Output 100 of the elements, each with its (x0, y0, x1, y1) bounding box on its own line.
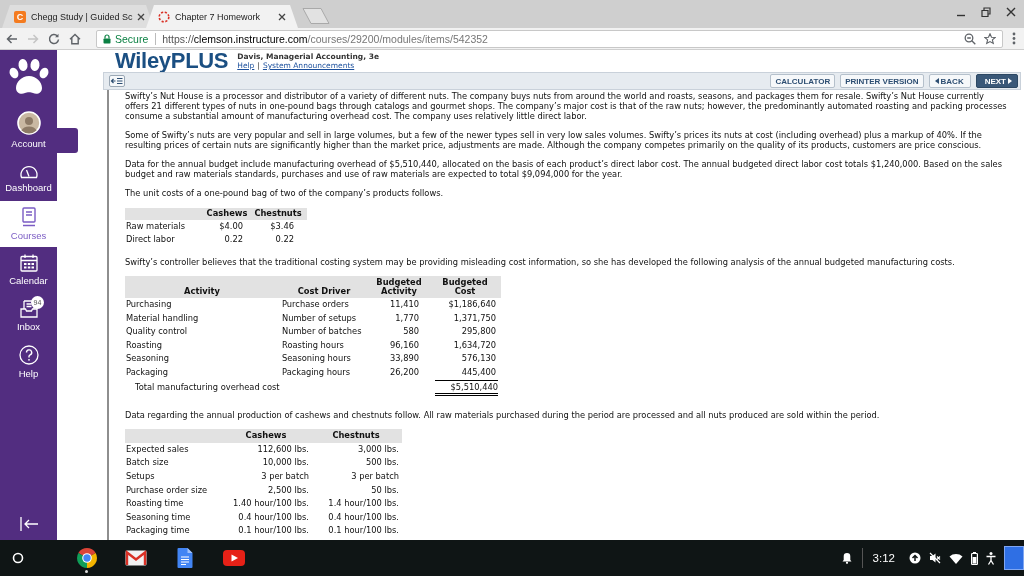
toolbar-button[interactable]: BACK (928, 74, 971, 88)
table-cell-text: 1,770 (394, 311, 420, 325)
table-cell-text: Roasting hours (281, 338, 345, 352)
toolbar-button[interactable]: CALCULATOR (770, 74, 836, 88)
column-header: Chestnuts (312, 429, 402, 443)
arrow-list-icon[interactable] (109, 75, 125, 87)
problem-paragraph: Some of Swifty’s nuts are very popular and sell in large volumes, but a few of the newer types sell in very low sales volumes. Swifty’s prices its nuts at cost (including overhead) plus a markup of 40%. If the resulting prices of certain nuts are significantly higher than the market price, adjustments are made. Although the company competes primarily on the quality of its products, customers are price conscious. (125, 130, 983, 150)
wifi-icon[interactable] (949, 552, 963, 564)
table-cell-text: 1.4 hour/100 lbs. (327, 497, 400, 511)
table-cell-text: 576,130 (460, 352, 497, 366)
table-cell-text: 0.1 hour/100 lbs. (327, 524, 400, 538)
loading-spinner-icon (158, 10, 170, 23)
collapse-sidebar-icon[interactable] (18, 516, 39, 532)
calendar-icon (19, 254, 38, 272)
muted-speaker-icon[interactable] (929, 552, 941, 564)
row-label: Packaging time (125, 524, 191, 538)
close-icon[interactable] (137, 12, 146, 21)
row-label: Expected sales (125, 442, 222, 457)
table-cell-text: Number of setups (281, 311, 358, 325)
table-cell-text: 33,890 (388, 352, 420, 366)
gauge-icon (18, 163, 39, 179)
lock-icon (103, 33, 111, 44)
launcher-icon[interactable] (12, 552, 24, 564)
table-cell-text: Seasoning hours (281, 352, 352, 366)
caret-right-icon (1008, 78, 1012, 84)
sidebar-nav-item[interactable]: Help (0, 339, 57, 385)
envelope-icon[interactable] (124, 550, 147, 566)
row-label: Roasting time (125, 497, 185, 511)
letter-favicon: C (14, 10, 26, 23)
sidebar-nav-item[interactable]: Courses (0, 201, 57, 247)
column-header: Activity (125, 275, 281, 298)
column-header: Budgeted Activity (369, 275, 431, 298)
table-cell: Purchase orders (281, 297, 369, 312)
row-label: Batch size (125, 456, 170, 470)
accessibility-icon[interactable] (986, 551, 996, 565)
table-cell: 11,410 (369, 297, 431, 312)
problem-paragraph: Swifty’s Nut House is a processor and distributor of a variety of different nuts. The company buys nuts from around the world and roasts, seasons, and packages them for resale. Swifty’s Nut House currently offers 21 different types of nuts in one-pound bags through catalogs and gourmet shops. The company’s major cost is that of the raw nuts; however, the predominantly automated roasting and packing processes consume a substantial amount of manufacturing overhead cost. The company uses relatively little direct labor. (125, 91, 1008, 121)
browser-tab[interactable]: Chapter 7 Homework (146, 5, 298, 28)
toolbar-button[interactable]: NEXT (975, 74, 1018, 88)
row-label: Seasoning (125, 352, 170, 366)
total-amount: $5,510,440 (435, 379, 498, 397)
row-label: Seasoning time (125, 510, 192, 524)
battery-icon[interactable] (971, 551, 978, 565)
back-arrow-icon[interactable] (6, 32, 18, 45)
avatar-placeholder (16, 110, 41, 135)
table-cell-text: 580 (402, 325, 420, 339)
column-header: Cashews (222, 429, 312, 443)
row-label: Material handling (125, 311, 200, 325)
bookmark-star-icon[interactable] (984, 32, 996, 45)
home-icon[interactable] (69, 32, 81, 45)
table-cell-text: 500 lbs. (365, 456, 400, 470)
address-bar[interactable]: Secure https://clemson.instructure.com/courses/29200/modules/items/542352 (96, 29, 1003, 48)
problem-paragraph: Data regarding the annual production of cashews and chestnuts follow. All raw materials purchased during the period are processed and all nuts produced are sold within the period. (125, 410, 881, 421)
column-header: Cashews (205, 208, 251, 220)
browser-app-icon[interactable] (75, 547, 98, 569)
table-cell-text: 2,500 lbs. (267, 483, 310, 497)
table-cell-text: 0.1 hour/100 lbs. (237, 524, 310, 538)
row-label: Raw materials (125, 219, 205, 234)
column-header: Budgeted Cost (431, 275, 501, 298)
zoom-out-icon[interactable] (964, 32, 976, 45)
problem-paragraph: The unit costs of a one-pound bag of two of the company’s products follows. (125, 188, 445, 198)
column-header: Cost Driver (281, 275, 369, 298)
table-cell-text: 295,800 (460, 325, 497, 339)
caret-left-icon (934, 78, 939, 84)
table-cell-text: 0.22 (223, 233, 244, 247)
document-icon[interactable] (176, 548, 193, 568)
help-icon (18, 345, 39, 365)
table-cell: $3.46 (251, 219, 307, 234)
table-cell-text: 1.40 hour/100 lbs. (232, 497, 310, 511)
row-label: Purchase order size (125, 483, 209, 497)
close-icon[interactable] (1006, 7, 1016, 17)
wileyplus-logo[interactable]: WileyPLUS (115, 51, 229, 71)
sidebar-nav-item[interactable]: Calendar (0, 247, 57, 293)
restore-icon[interactable] (981, 7, 991, 17)
menu-icon[interactable] (1012, 32, 1016, 45)
notification-bell-icon[interactable] (841, 552, 852, 564)
toolbar-button[interactable]: PRINTER VERSION (840, 74, 924, 88)
table-cell-text: 26,200 (388, 365, 420, 379)
table-cell-text: 1,634,720 (452, 338, 497, 352)
table-cell-text: 50 lbs. (370, 483, 400, 497)
table-cell-text: 0.4 hour/100 lbs. (327, 510, 400, 524)
row-label: Quality control (125, 325, 189, 339)
clock-time[interactable]: 3:12 (872, 552, 895, 564)
sidebar-nav-item[interactable]: Dashboard (0, 155, 57, 201)
total-label: Total manufacturing overhead cost (134, 381, 281, 395)
play-button-icon[interactable] (222, 550, 245, 566)
row-label: Setups (125, 469, 156, 483)
table-cell-text: 96,160 (388, 338, 420, 352)
row-label: Direct labor (125, 233, 176, 247)
reload-icon[interactable] (48, 32, 60, 45)
secure-label: Secure (115, 32, 149, 45)
update-arrow-icon[interactable] (909, 552, 921, 564)
row-label: Roasting (125, 338, 163, 352)
sidebar-nav-item[interactable]: Account (0, 104, 57, 155)
table-cell-text: 3 per batch (260, 469, 310, 483)
table-cell: $1,186,640 (431, 297, 501, 312)
close-icon[interactable] (278, 12, 286, 21)
table-cell: $4.00 (205, 219, 251, 234)
table-cell: 112,600 lbs. (222, 442, 312, 457)
table-cell: 445,400 (431, 365, 501, 380)
